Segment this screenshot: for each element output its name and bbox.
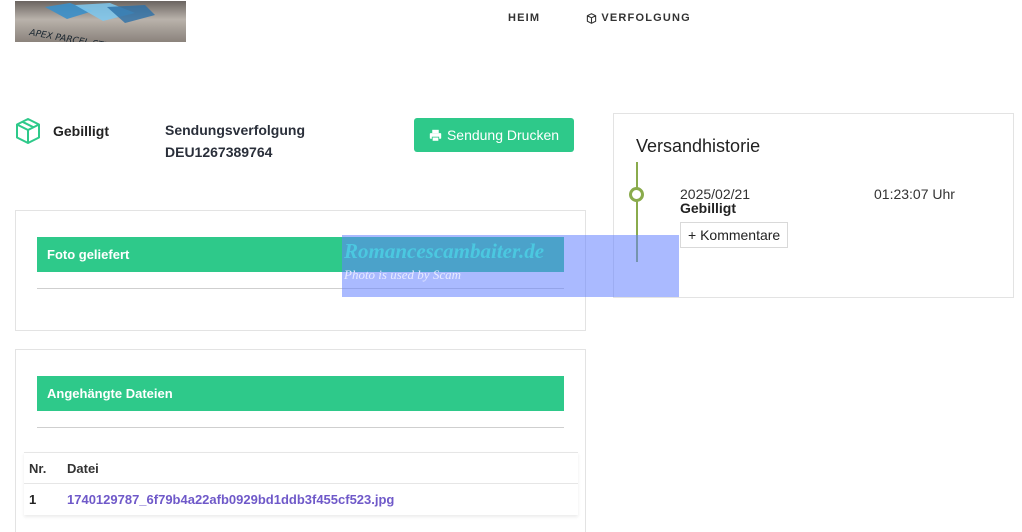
logo-wordmark: APEX PARCEL STEP: [27, 28, 115, 42]
table-header-row: Nr. Datei: [24, 452, 578, 484]
company-logo[interactable]: APEX PARCEL STEP: [15, 1, 186, 42]
cube-icon: [587, 12, 597, 24]
tracking-title: Sendungsverfolgung: [165, 122, 305, 138]
attached-files-title: Angehängte Dateien: [37, 376, 564, 411]
file-link[interactable]: 1740129787_6f79b4a22afb0929bd1ddb3f455cf…: [67, 492, 394, 507]
event-time: 01:23:07 Uhr: [874, 186, 955, 202]
table-row: 1 1740129787_6f79b4a22afb0929bd1ddb3f455…: [24, 484, 578, 515]
nav-tracking[interactable]: VERFOLGUNG: [586, 12, 691, 24]
row-number: 1: [29, 491, 37, 507]
column-header-nr: Nr.: [24, 452, 62, 484]
main-nav: HEIM VERFOLGUNG: [508, 12, 691, 24]
column-header-file: Datei: [62, 452, 578, 484]
shipment-status: Gebilligt: [53, 123, 109, 139]
timeline-dot-icon: [629, 187, 644, 202]
history-title: Versandhistorie: [636, 136, 761, 156]
event-status: Gebilligt: [680, 200, 736, 216]
printer-icon: [429, 129, 442, 142]
attached-files-panel: Angehängte Dateien Nr. Datei 1 174012978…: [15, 349, 586, 532]
add-comment-button[interactable]: + Kommentare: [680, 222, 789, 248]
watermark-overlay: Romancescambaiter.de Photo is used by Sc…: [342, 235, 679, 297]
print-shipment-label: Sendung Drucken: [446, 127, 560, 143]
tracking-number: DEU1267389764: [165, 144, 273, 160]
print-shipment-button[interactable]: Sendung Drucken: [414, 118, 574, 152]
nav-home[interactable]: HEIM: [508, 12, 540, 24]
watermark-title: Romancescambaiter.de: [344, 239, 545, 263]
package-icon: [16, 118, 40, 144]
divider: [37, 427, 564, 428]
files-table: Nr. Datei 1 1740129787_6f79b4a22afb0929b…: [24, 452, 578, 515]
watermark-subtitle: Photo is used by Scam: [344, 267, 461, 282]
